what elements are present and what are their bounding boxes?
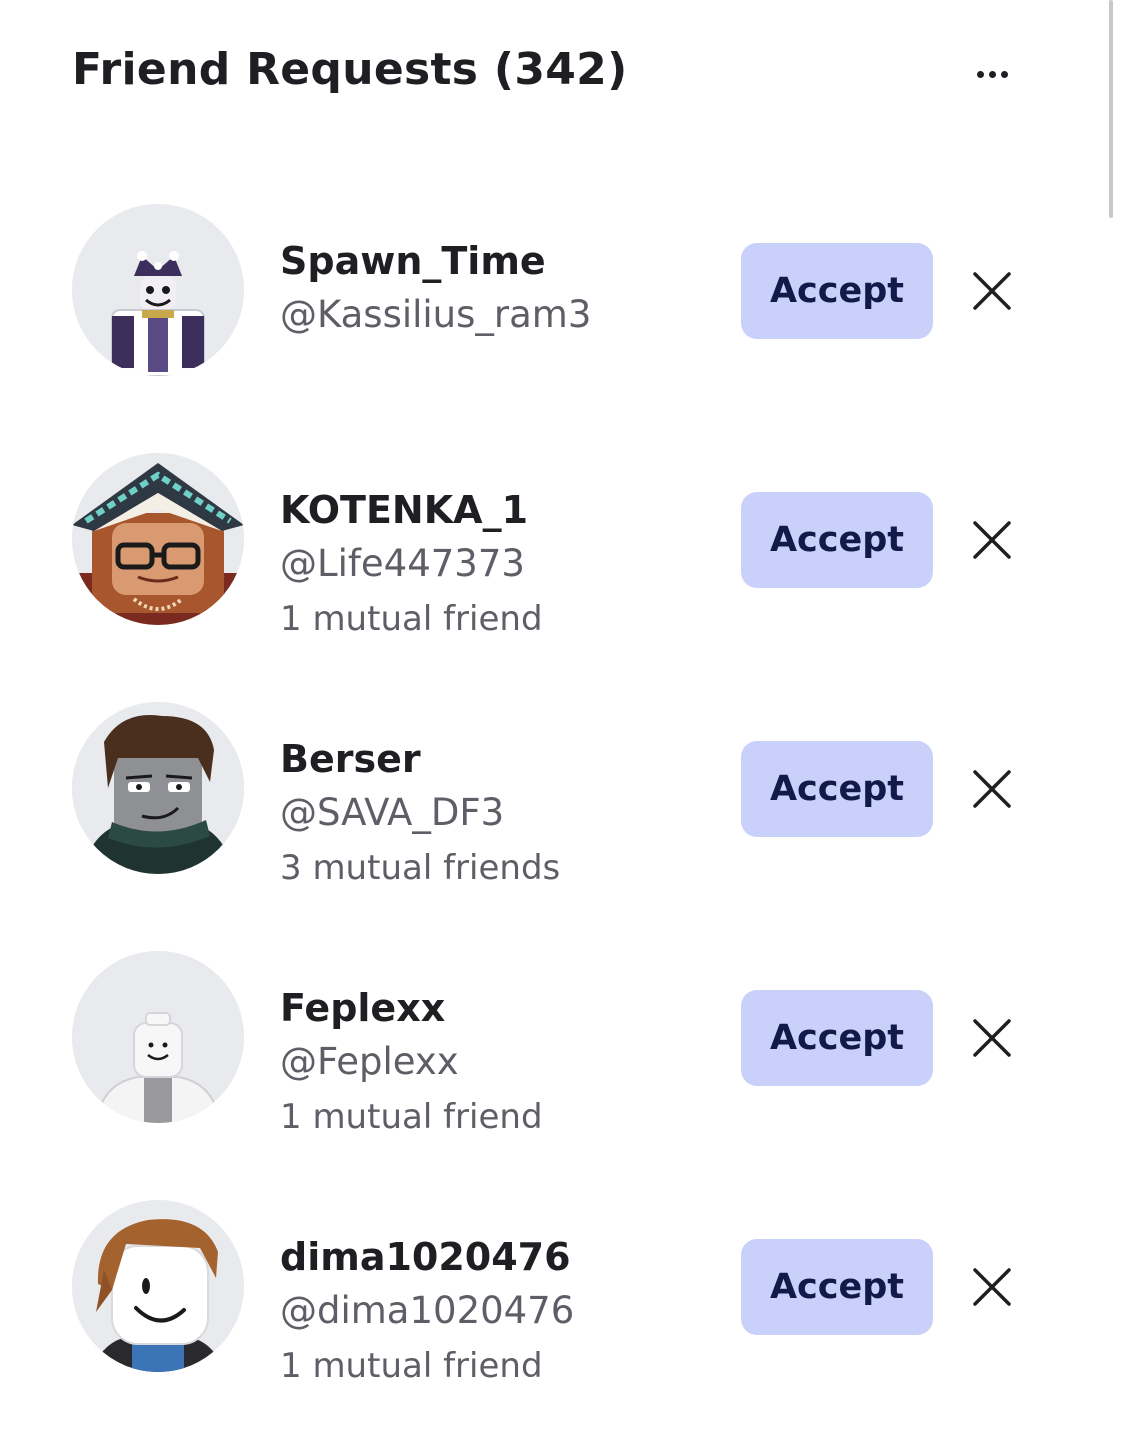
- close-icon: [973, 521, 1011, 559]
- username: @SAVA_DF3: [280, 791, 505, 834]
- friend-request-list: Spawn_Time @Kassilius_ram3 Accept KOTENK…: [72, 204, 1032, 1449]
- mutual-friends-count: 1 mutual friend: [280, 1097, 543, 1137]
- request-info: Feplexx @Feplexx 1 mutual friend: [280, 983, 720, 1143]
- more-horizontal-icon: [974, 70, 1010, 78]
- mutual-friends-count: 1 mutual friend: [280, 1346, 543, 1386]
- brown-hair-avatar-image: [72, 702, 244, 874]
- request-info: dima1020476 @dima1020476 1 mutual friend: [280, 1232, 720, 1392]
- jester-avatar-image: [72, 204, 244, 376]
- display-name[interactable]: Feplexx: [280, 983, 720, 1033]
- accept-button[interactable]: Accept: [741, 741, 933, 837]
- avatar[interactable]: [72, 1200, 244, 1372]
- display-name[interactable]: Berser: [280, 734, 720, 784]
- accept-button[interactable]: Accept: [741, 243, 933, 339]
- close-icon: [973, 1268, 1011, 1306]
- username: @Feplexx: [280, 1040, 459, 1083]
- mutual-friends-count: 1 mutual friend: [280, 599, 543, 639]
- close-icon: [973, 272, 1011, 310]
- request-info: Spawn_Time @Kassilius_ram3: [280, 236, 720, 344]
- close-icon: [973, 770, 1011, 808]
- friend-request-row: dima1020476 @dima1020476 1 mutual friend…: [72, 1200, 1032, 1449]
- avatar[interactable]: [72, 204, 244, 376]
- more-options-button[interactable]: [968, 54, 1016, 94]
- mutual-friends-count: 3 mutual friends: [280, 848, 561, 888]
- book-hat-avatar-image: [72, 453, 244, 625]
- avatar[interactable]: [72, 453, 244, 625]
- close-icon: [973, 1019, 1011, 1057]
- decline-button[interactable]: [968, 516, 1016, 564]
- accept-button[interactable]: Accept: [741, 990, 933, 1086]
- page-title: Friend Requests (342): [72, 44, 628, 95]
- accept-button[interactable]: Accept: [741, 1239, 933, 1335]
- decline-button[interactable]: [968, 1263, 1016, 1311]
- white-lab-coat-avatar-image: [72, 951, 244, 1123]
- request-info: Berser @SAVA_DF3 3 mutual friends: [280, 734, 720, 894]
- avatar[interactable]: [72, 951, 244, 1123]
- display-name[interactable]: dima1020476: [280, 1232, 720, 1282]
- decline-button[interactable]: [968, 765, 1016, 813]
- request-info: KOTENKA_1 @Life447373 1 mutual friend: [280, 485, 720, 645]
- friend-request-row: Berser @SAVA_DF3 3 mutual friends Accept: [72, 702, 1032, 951]
- username: @Life447373: [280, 542, 525, 585]
- username: @Kassilius_ram3: [280, 293, 592, 336]
- avatar[interactable]: [72, 702, 244, 874]
- accept-button[interactable]: Accept: [741, 492, 933, 588]
- friend-request-row: KOTENKA_1 @Life447373 1 mutual friend Ac…: [72, 453, 1032, 702]
- decline-button[interactable]: [968, 1014, 1016, 1062]
- display-name[interactable]: KOTENKA_1: [280, 485, 720, 535]
- friend-request-row: Feplexx @Feplexx 1 mutual friend Accept: [72, 951, 1032, 1200]
- decline-button[interactable]: [968, 267, 1016, 315]
- friend-request-row: Spawn_Time @Kassilius_ram3 Accept: [72, 204, 1032, 453]
- header: Friend Requests (342): [72, 40, 1032, 110]
- scrollbar[interactable]: [1109, 0, 1113, 218]
- username: @dima1020476: [280, 1289, 575, 1332]
- classic-smile-avatar-image: [72, 1200, 244, 1372]
- display-name[interactable]: Spawn_Time: [280, 236, 720, 286]
